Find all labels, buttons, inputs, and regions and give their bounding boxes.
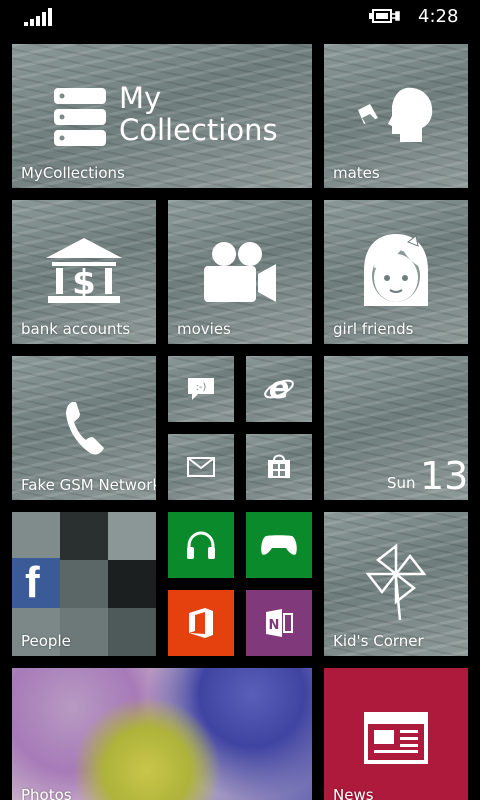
logo-line-1: My [119, 81, 162, 115]
tile-label: News [333, 786, 374, 800]
tile-girl-friends[interactable]: girl friends [324, 200, 468, 344]
calendar-date: 13 [420, 454, 468, 498]
database-stack-icon [54, 88, 106, 146]
tile-label: Fake GSM Network [21, 476, 156, 494]
svg-text:$: $ [72, 263, 96, 303]
calendar-day: Sun [387, 474, 416, 492]
tile-label: People [21, 632, 71, 650]
tile-mail[interactable] [168, 434, 234, 500]
logo-line-2: Collections [119, 113, 278, 147]
svg-text:N: N [269, 618, 280, 633]
mail-icon [187, 457, 215, 477]
facebook-glyph: f [25, 558, 40, 607]
tile-mates[interactable]: mates [324, 44, 468, 188]
tile-music[interactable] [168, 512, 234, 578]
tile-label: mates [333, 164, 380, 182]
tile-label: MyCollections [21, 164, 125, 182]
facebook-icon: f [12, 558, 60, 608]
tile-bank-accounts[interactable]: $ bank accounts [12, 200, 156, 344]
tile-people[interactable]: f People [12, 512, 156, 656]
office-icon [189, 608, 213, 638]
tile-news[interactable]: News [324, 668, 468, 800]
battery-charging-icon [369, 9, 400, 23]
tile-mycollections[interactable]: My Collections MyCollections [12, 44, 312, 188]
headphones-icon [187, 531, 215, 559]
phone-icon [66, 402, 104, 455]
mycollections-logo-text: My Collections [119, 82, 278, 146]
movie-camera-icon [204, 242, 276, 302]
tile-office[interactable] [168, 590, 234, 656]
newspaper-icon [364, 712, 428, 764]
tile-store[interactable] [246, 434, 312, 500]
onenote-icon: N [266, 609, 293, 637]
tile-photos[interactable]: Photos [12, 668, 312, 800]
status-clock: 4:28 [418, 6, 459, 27]
signal-strength-icon [24, 8, 54, 26]
tile-label: Photos [21, 786, 72, 800]
status-bar: 4:28 [0, 0, 480, 36]
xbox-controller-icon [261, 535, 297, 555]
svg-text:e: e [269, 372, 289, 404]
tile-movies[interactable]: movies [168, 200, 312, 344]
store-icon [268, 454, 290, 478]
internet-explorer-icon: e [264, 372, 294, 404]
tile-label: Kid's Corner [333, 632, 424, 650]
tile-label: bank accounts [21, 320, 131, 338]
bank-icon: $ [46, 238, 122, 303]
tile-internet-explorer[interactable]: e [246, 356, 312, 422]
tile-messaging[interactable]: :-) [168, 356, 234, 422]
tile-kids-corner[interactable]: Kid's Corner [324, 512, 468, 656]
tile-games[interactable] [246, 512, 312, 578]
girl-face-icon [364, 234, 428, 306]
tile-label: girl friends [333, 320, 414, 338]
messaging-icon: :-) [188, 378, 214, 400]
tile-label: movies [177, 320, 231, 338]
svg-text::-): :-) [196, 382, 207, 393]
pinwheel-icon [365, 543, 427, 621]
tile-calendar[interactable]: Sun 13 [324, 356, 468, 500]
tile-onenote[interactable]: N [246, 590, 312, 656]
tile-fake-gsm-network[interactable]: Fake GSM Network [12, 356, 156, 500]
head-with-bubble-icon [358, 87, 433, 142]
